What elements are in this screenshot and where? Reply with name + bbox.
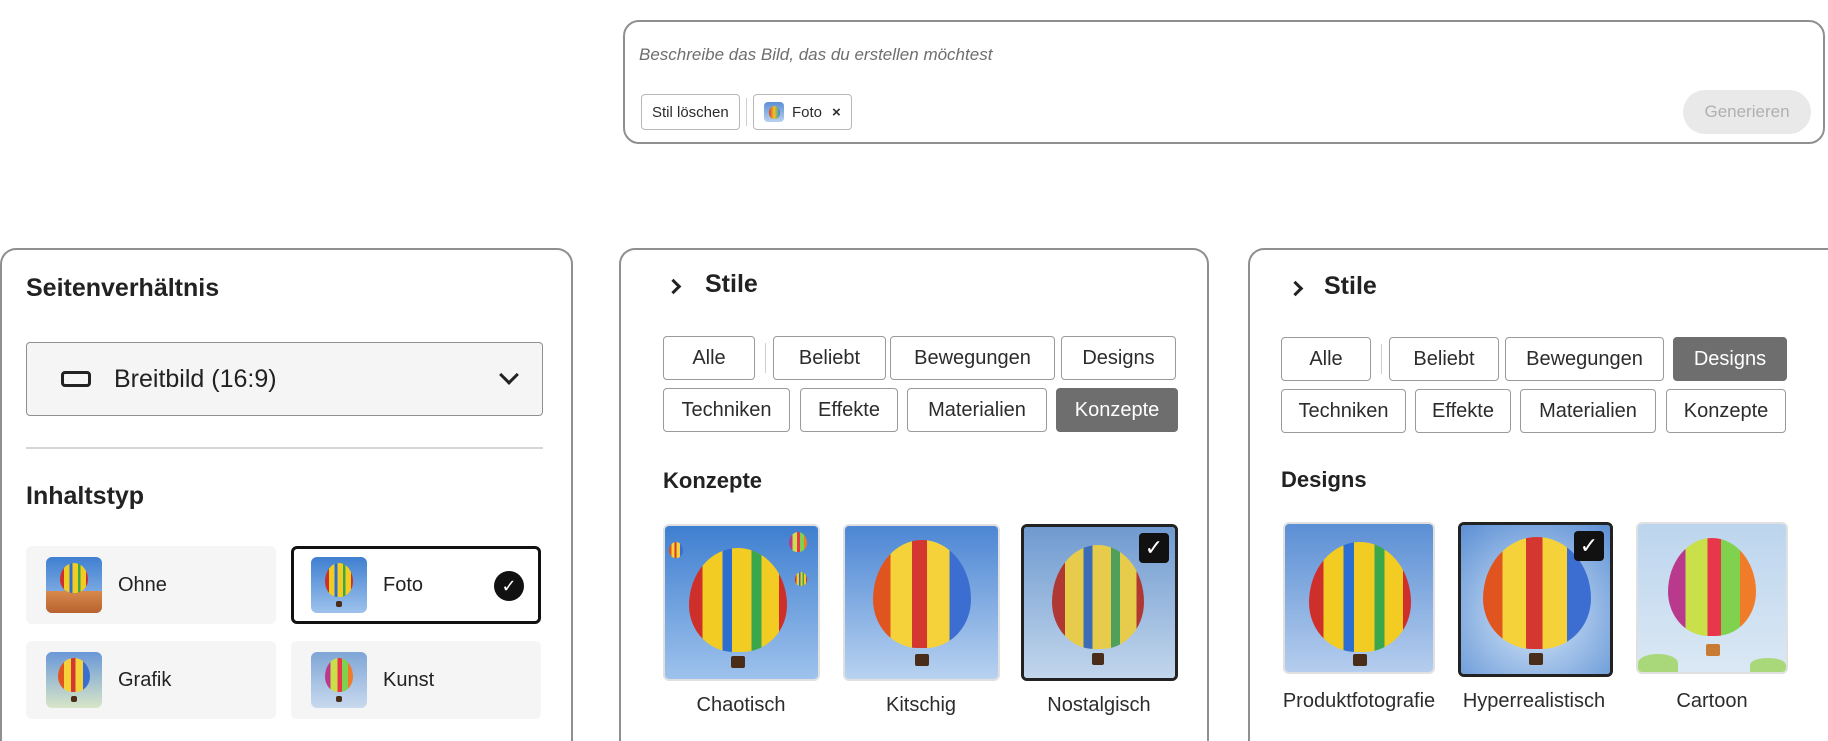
settings-panel: Seitenverhältnis Breitbild (16:9) Inhalt…	[0, 248, 573, 741]
tab-divider	[1381, 344, 1382, 374]
aspect-ratio-title: Seitenverhältnis	[26, 274, 220, 302]
style-tile-produktfotografie[interactable]	[1283, 522, 1435, 674]
tile-label: Nostalgisch	[1047, 694, 1151, 716]
style-tile-chaotisch[interactable]	[663, 524, 820, 681]
styles-title: Stile	[1324, 272, 1377, 300]
content-type-ohne[interactable]: Ohne	[26, 546, 276, 624]
prompt-bar: Beschreibe das Bild, das du erstellen mö…	[623, 20, 1825, 144]
chip-divider	[746, 98, 747, 126]
styles-panel-concepts: Stile Alle Beliebt Bewegungen Designs Te…	[619, 248, 1209, 741]
desert-balloon-thumbnail	[46, 557, 102, 613]
chevron-right-icon[interactable]	[1287, 280, 1304, 297]
style-chip-foto[interactable]: Foto ×	[753, 94, 852, 130]
aspect-ratio-value: Breitbild (16:9)	[114, 365, 277, 393]
tab-materialien[interactable]: Materialien	[1520, 389, 1656, 433]
content-type-kunst[interactable]: Kunst	[291, 641, 541, 719]
content-type-grafik[interactable]: Grafik	[26, 641, 276, 719]
check-icon: ✓	[1574, 531, 1604, 561]
tab-konzepte[interactable]: Konzepte	[1056, 388, 1178, 432]
styles-panel-designs: Stile Alle Beliebt Bewegungen Designs Te…	[1248, 248, 1828, 741]
style-chip-label: Foto	[792, 103, 823, 121]
tab-alle[interactable]: Alle	[1281, 337, 1371, 381]
tab-designs[interactable]: Designs	[1061, 336, 1176, 380]
tile-label: Chaotisch	[696, 694, 786, 716]
tile-label: Cartoon	[1676, 690, 1748, 712]
chevron-right-icon[interactable]	[665, 278, 682, 295]
tab-bewegungen[interactable]: Bewegungen	[890, 336, 1055, 380]
tab-konzepte[interactable]: Konzepte	[1666, 389, 1786, 433]
tab-materialien[interactable]: Materialien	[907, 388, 1047, 432]
tab-bewegungen[interactable]: Bewegungen	[1505, 337, 1664, 381]
style-tile-hyperrealistisch[interactable]: ✓	[1458, 522, 1613, 677]
tab-techniken[interactable]: Techniken	[1281, 389, 1406, 433]
content-type-label: Grafik	[118, 669, 172, 691]
tab-effekte[interactable]: Effekte	[800, 388, 898, 432]
photo-balloon-thumbnail	[311, 557, 367, 613]
clear-style-button[interactable]: Stil löschen	[641, 94, 740, 130]
check-circle-icon: ✓	[494, 571, 524, 601]
generate-button[interactable]: Generieren	[1683, 90, 1811, 134]
chevron-down-icon	[499, 365, 519, 385]
tab-techniken[interactable]: Techniken	[663, 388, 790, 432]
aspect-ratio-dropdown[interactable]: Breitbild (16:9)	[26, 342, 543, 416]
style-tile-kitschig[interactable]	[843, 524, 1000, 681]
tab-beliebt[interactable]: Beliebt	[1389, 337, 1499, 381]
style-tile-cartoon[interactable]	[1636, 522, 1788, 674]
styles-title: Stile	[705, 270, 758, 298]
section-title: Designs	[1281, 467, 1367, 492]
tile-label: Kitschig	[885, 694, 957, 716]
content-type-label: Ohne	[118, 574, 167, 596]
content-type-title: Inhaltstyp	[26, 482, 145, 510]
photo-thumbnail-icon	[764, 102, 784, 122]
content-type-foto[interactable]: Foto ✓	[291, 546, 541, 624]
graphic-balloon-thumbnail	[46, 652, 102, 708]
tab-divider	[765, 343, 766, 373]
remove-chip-icon[interactable]: ×	[832, 104, 841, 121]
clear-style-label: Stil löschen	[652, 103, 729, 121]
content-type-label: Foto	[383, 574, 424, 596]
art-balloon-thumbnail	[311, 652, 367, 708]
tab-designs[interactable]: Designs	[1673, 337, 1787, 381]
widescreen-ratio-icon	[61, 371, 91, 387]
content-type-label: Kunst	[383, 669, 435, 691]
section-divider	[26, 447, 543, 449]
tab-alle[interactable]: Alle	[663, 336, 755, 380]
tile-label: Hyperrealistisch	[1462, 690, 1606, 712]
tab-beliebt[interactable]: Beliebt	[773, 336, 886, 380]
tile-label: Produktfotografie	[1282, 690, 1436, 712]
section-title: Konzepte	[663, 468, 762, 493]
style-tile-nostalgisch[interactable]: ✓	[1021, 524, 1178, 681]
tab-effekte[interactable]: Effekte	[1415, 389, 1511, 433]
prompt-input[interactable]: Beschreibe das Bild, das du erstellen mö…	[639, 45, 992, 65]
check-icon: ✓	[1139, 533, 1169, 563]
